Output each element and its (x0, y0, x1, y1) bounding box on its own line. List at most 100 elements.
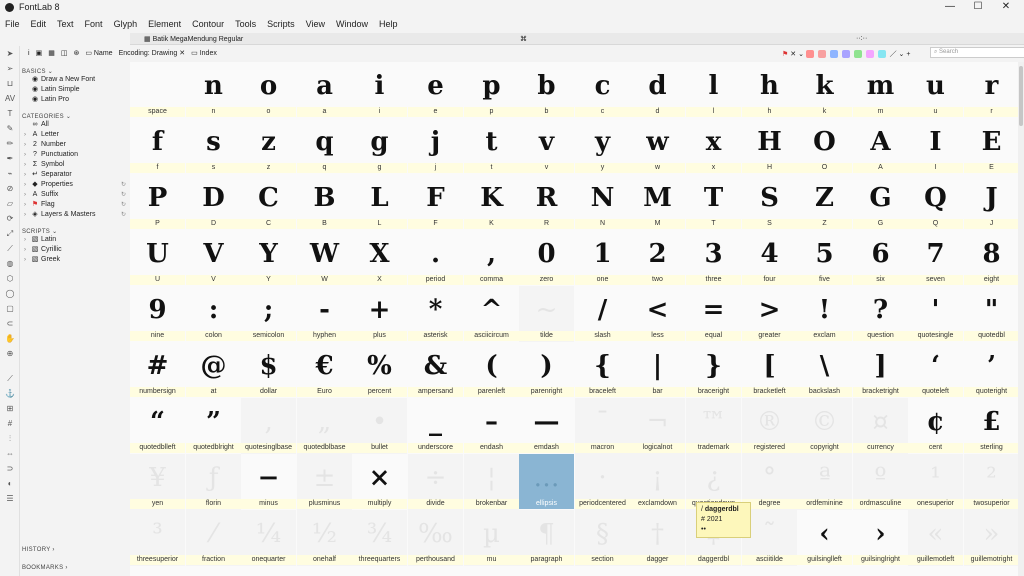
glyph-cell-sterling[interactable]: £ sterling (964, 398, 1018, 454)
slant-tool-icon[interactable]: ⟋ (0, 241, 20, 256)
glyph-cell-onequarter[interactable]: ¼ onequarter (241, 510, 296, 566)
anchor-tool-icon[interactable]: ⚓ (0, 386, 20, 401)
menu-window[interactable]: Window (336, 19, 368, 29)
glyph-cell-m[interactable]: mm (853, 62, 908, 118)
glyph-cell-a[interactable]: aa (297, 62, 352, 118)
glyph-cell-florin[interactable]: ƒ florin (186, 454, 241, 510)
text-tool-icon[interactable]: T (0, 106, 20, 121)
glyph-cell-o[interactable]: oo (241, 62, 296, 118)
glyph-cell-colon[interactable]: : colon (186, 286, 241, 342)
info-button[interactable]: i (28, 50, 30, 57)
glyph-cell-three[interactable]: 3 three (686, 230, 741, 286)
expand-arrow-icon[interactable]: › (24, 245, 26, 255)
glyph-cell-Z[interactable]: ZZ (797, 174, 852, 230)
glyph-cell-less[interactable]: < less (630, 286, 685, 342)
glyph-cell-underscore[interactable]: _ underscore (408, 398, 463, 454)
refresh-icon[interactable]: ↻ (121, 200, 126, 210)
glyph-cell-endash[interactable]: – endash (464, 398, 519, 454)
glyph-cell-quoteleft[interactable]: ‘ quoteleft (908, 342, 963, 398)
glyph-cell-V[interactable]: VV (186, 230, 241, 286)
refresh-icon[interactable]: ↻ (121, 180, 126, 190)
glyph-cell-numbersign[interactable]: # numbersign (130, 342, 185, 398)
glyph-cell-s[interactable]: ss (186, 118, 241, 174)
menu-file[interactable]: File (5, 19, 20, 29)
menu-view[interactable]: View (306, 19, 325, 29)
panel-left-icon[interactable]: ▣ (36, 49, 43, 57)
sidebar-item-punctuation[interactable]: ›? Punctuation (22, 150, 128, 160)
glyph-cell-paragraph[interactable]: ¶ paragraph (519, 510, 574, 566)
sidebar-item-letter[interactable]: › A Letter (22, 130, 128, 140)
menu-glyph[interactable]: Glyph (114, 19, 138, 29)
glyph-cell-cent[interactable]: ¢ cent (908, 398, 963, 454)
color-swatch-2[interactable] (817, 50, 826, 59)
glyph-cell-divide[interactable]: ÷ divide (408, 454, 463, 510)
sidebar-item-latin[interactable]: › ▧ Latin (22, 235, 128, 245)
knife-tool-icon[interactable]: ⊘ (0, 181, 20, 196)
glyph-cell-mu[interactable]: µ mu (464, 510, 519, 566)
glyph-cell-z[interactable]: zz (241, 118, 296, 174)
glyph-cell-yen[interactable]: ¥ yen (130, 454, 185, 510)
pointer-tool-icon[interactable]: ➤ (0, 46, 20, 61)
glyph-cell-H[interactable]: HH (742, 118, 797, 174)
glyph-cell-minus[interactable]: − minus (241, 454, 296, 510)
glyph-cell-h[interactable]: hh (742, 62, 797, 118)
glyph-cell-exclamdown[interactable]: ¡ exclamdown (630, 454, 685, 510)
glyph-cell-asciicircum[interactable]: ^ asciicircum (464, 286, 519, 342)
glyph-cell-parenright[interactable]: ) parenright (519, 342, 574, 398)
clear-x-icon[interactable]: ✕ (179, 50, 185, 57)
rapid-tool-icon[interactable]: ⌁ (0, 166, 20, 181)
contour-tool-icon[interactable]: ➢ (0, 61, 20, 76)
glyph-cell-t[interactable]: tt (464, 118, 519, 174)
brush-tool-icon[interactable]: ✎ (0, 121, 20, 136)
preview-tool-icon[interactable]: ◐ (0, 476, 20, 491)
measure-tool-icon[interactable]: ⊞ (0, 401, 20, 416)
glyph-cell-exclam[interactable]: ! exclam (797, 286, 852, 342)
refresh-icon[interactable]: ↻ (121, 190, 126, 200)
menu-help[interactable]: Help (379, 19, 398, 29)
refresh-icon[interactable]: ↻ (121, 210, 126, 220)
glyph-cell-hyphen[interactable]: - hyphen (297, 286, 352, 342)
glyph-cell-onehalf[interactable]: ½ onehalf (297, 510, 352, 566)
glyph-cell-T[interactable]: TT (686, 174, 741, 230)
color-swatch-1[interactable] (805, 50, 814, 59)
glyph-cell-tilde[interactable]: ~ tilde (519, 286, 574, 342)
glyph-cell-R[interactable]: RR (519, 174, 574, 230)
sidebar-item-latin-pro[interactable]: ◉ Latin Pro (22, 95, 128, 105)
glyph-cell-c[interactable]: cc (575, 62, 630, 118)
glyph-cell-G[interactable]: GG (853, 174, 908, 230)
shape-tool-icon[interactable]: ⬡ (0, 271, 20, 286)
glyph-cell-quotedblright[interactable]: ” quotedblright (186, 398, 241, 454)
glyph-cell-Euro[interactable]: € Euro (297, 342, 352, 398)
menu-element[interactable]: Element (148, 19, 181, 29)
glyph-cell-periodcentered[interactable]: · periodcentered (575, 454, 630, 510)
glyph-cell-D[interactable]: DD (186, 174, 241, 230)
glyph-cell-semicolon[interactable]: ; semicolon (241, 286, 296, 342)
glyph-cell-quotedblbase[interactable]: „ quotedblbase (297, 398, 352, 454)
glyph-cell-plus[interactable]: + plus (352, 286, 407, 342)
glyph-cell-two[interactable]: 2 two (630, 230, 685, 286)
flag-filter[interactable]: ⚑ ✕ ⌄ ／ ⌄ + (782, 49, 910, 59)
minimize-button[interactable]: — (936, 0, 964, 14)
grid-tool-icon[interactable]: # (0, 416, 20, 431)
menu-edit[interactable]: Edit (31, 19, 47, 29)
color-swatch-3[interactable] (829, 50, 838, 59)
menu-font[interactable]: Font (85, 19, 103, 29)
scripts-header[interactable]: SCRIPTS ⌄ (22, 228, 128, 235)
glyph-cell-w[interactable]: ww (630, 118, 685, 174)
glyph-cell-A[interactable]: AA (853, 118, 908, 174)
glyph-cell-greater[interactable]: > greater (742, 286, 797, 342)
basics-header[interactable]: BASICS ⌄ (22, 68, 128, 75)
sidebar-item-greek[interactable]: › ▧ Greek (22, 255, 128, 265)
compare-tool-icon[interactable]: ⇔ (0, 446, 20, 461)
glyph-cell-b[interactable]: bb (519, 62, 574, 118)
expand-arrow-icon[interactable]: › (24, 170, 26, 180)
glyph-cell-five[interactable]: 5 five (797, 230, 852, 286)
glyph-cell-J[interactable]: JJ (964, 174, 1018, 230)
glyph-cell-plusminus[interactable]: ± plusminus (297, 454, 352, 510)
font-document-tab[interactable]: ▦ Batik MegaMendung Regular (144, 35, 243, 43)
guide-tool-icon[interactable]: ⟋ (0, 371, 20, 386)
sidebar-item-suffix[interactable]: › A Suffix ↻ (22, 190, 128, 200)
ellipse-tool-icon[interactable]: ◯ (0, 286, 20, 301)
expand-arrow-icon[interactable]: › (24, 160, 26, 170)
maximize-button[interactable]: ☐ (964, 0, 992, 14)
